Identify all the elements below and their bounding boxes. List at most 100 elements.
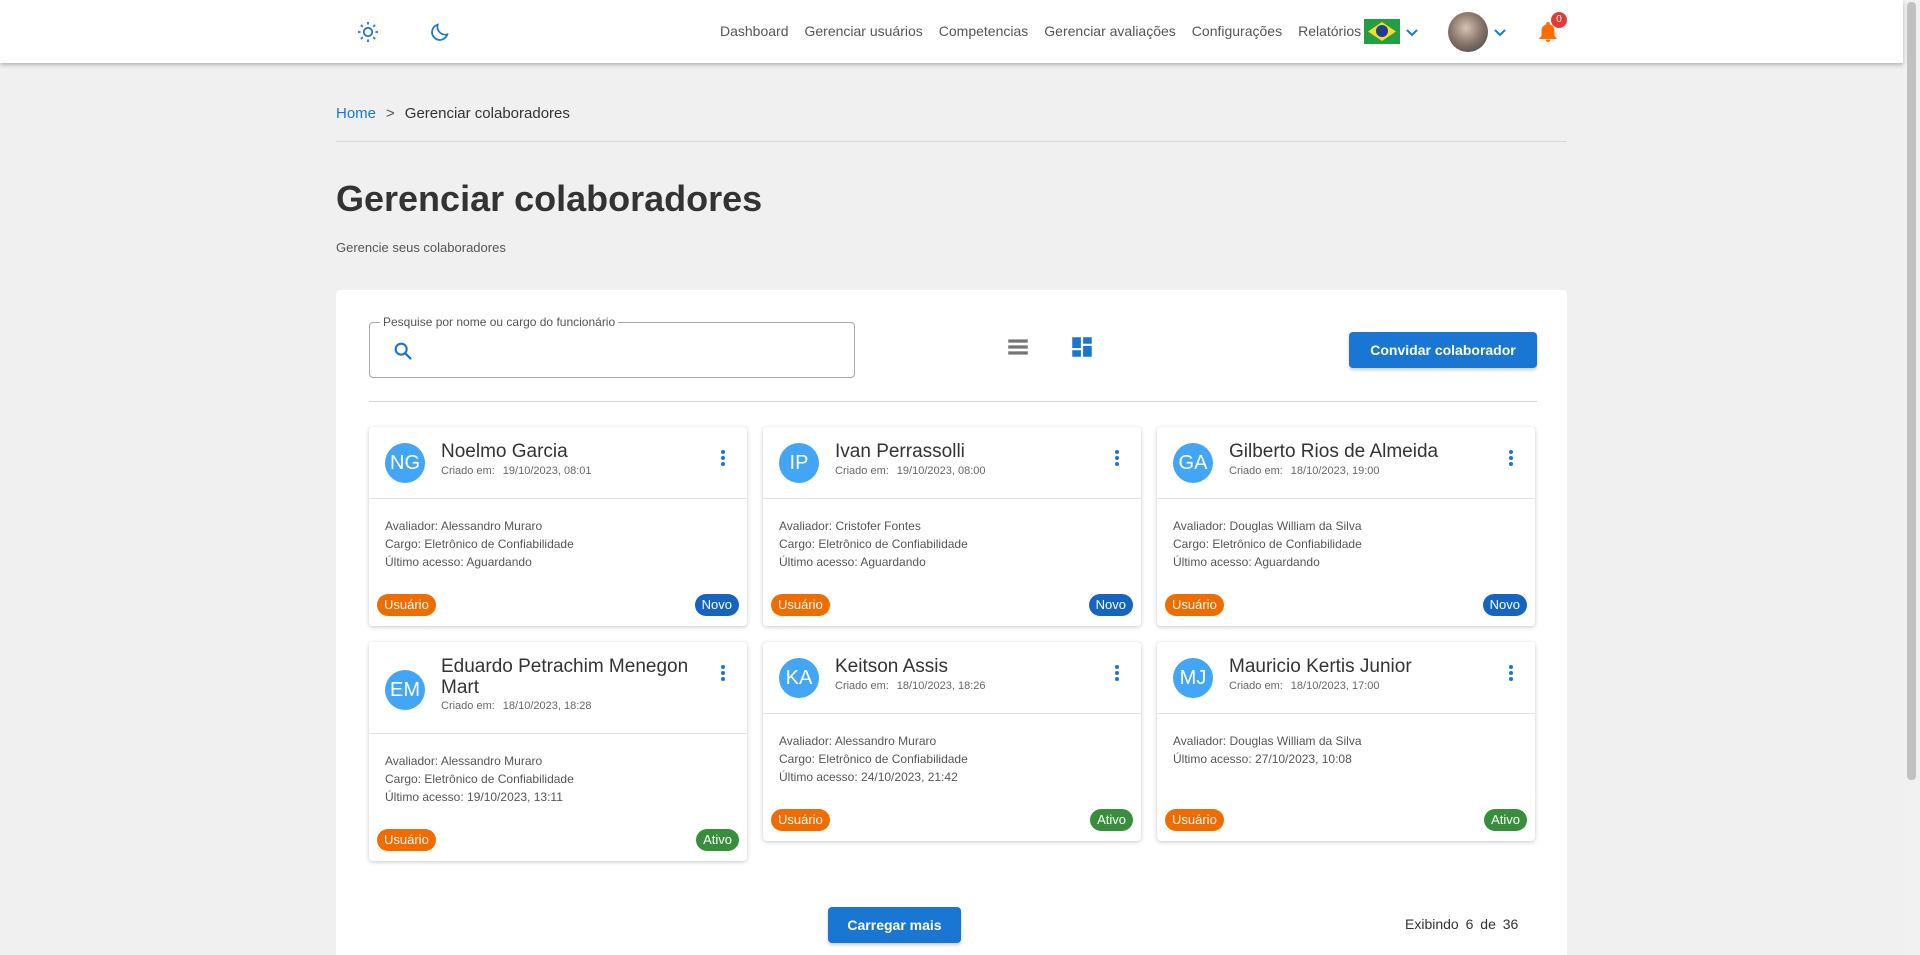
card-body: Avaliador: Alessandro Muraro Cargo: Eletr…	[369, 499, 747, 626]
pagination-summary: Exibindo 6 de 36	[1405, 916, 1518, 932]
more-vert-icon[interactable]	[713, 448, 733, 468]
nav-competencias[interactable]: Competencias	[939, 23, 1029, 39]
sun-icon[interactable]	[354, 18, 382, 46]
created-label: Criado em:	[835, 465, 889, 477]
more-vert-icon[interactable]	[1107, 448, 1127, 468]
collaborator-avatar: KA	[779, 658, 819, 698]
divider	[369, 401, 1537, 402]
status-badge: Novo	[694, 594, 739, 616]
grid-view-icon[interactable]	[1069, 334, 1095, 360]
card-detail-line: Cargo: Eletrônico de Confiabilidade	[385, 537, 574, 551]
collaborator-created: Criado em: 18/10/2023, 19:00	[1229, 465, 1380, 477]
collaborator-avatar: GA	[1173, 443, 1213, 483]
nav-dashboard[interactable]: Dashboard	[720, 23, 789, 39]
more-vert-icon[interactable]	[713, 663, 733, 683]
card-detail-line: Cargo: Eletrônico de Confiabilidade	[779, 537, 968, 551]
card-detail-line: Avaliador: Alessandro Muraro	[779, 734, 937, 748]
collaborator-name: Ivan Perrassolli	[835, 441, 965, 462]
chevron-down-icon[interactable]	[1404, 24, 1420, 40]
card-header: KA Keitson Assis Criado em: 18/10/2023, 18:…	[763, 642, 1141, 714]
created-label: Criado em:	[441, 700, 495, 712]
created-label: Criado em:	[441, 465, 495, 477]
role-badge: Usuário	[377, 829, 436, 851]
page-title: Gerenciar colaboradores	[336, 178, 763, 219]
moon-icon[interactable]	[426, 18, 454, 46]
load-more-button[interactable]: Carregar mais	[828, 907, 961, 943]
card-body: Avaliador: Alessandro Muraro Cargo: Eletr…	[369, 734, 747, 861]
collaborator-card[interactable]: GA Gilberto Rios de Almeida Criado em: 18/1…	[1157, 427, 1535, 626]
created-date: 18/10/2023, 18:26	[896, 680, 986, 692]
page-scrollbar[interactable]	[1903, 0, 1920, 955]
created-date: 18/10/2023, 18:28	[502, 700, 592, 712]
main-nav: Dashboard Gerenciar usuários Competencia…	[720, 23, 1377, 39]
created-date: 18/10/2023, 19:00	[1290, 465, 1380, 477]
created-date: 18/10/2023, 17:00	[1290, 680, 1380, 692]
nav-gerenciar-avaliacoes[interactable]: Gerenciar avaliações	[1044, 23, 1176, 39]
role-badge: Usuário	[1165, 594, 1224, 616]
card-detail-line: Avaliador: Douglas William da Silva	[1173, 519, 1362, 533]
collaborator-created: Criado em: 19/10/2023, 08:01	[441, 465, 592, 477]
invite-collaborator-button[interactable]: Convidar colaborador	[1349, 332, 1537, 368]
card-detail-line: Avaliador: Alessandro Muraro	[385, 754, 543, 768]
pagination-showing-label: Exibindo	[1405, 916, 1459, 932]
nav-relatorios[interactable]: Relatórios	[1298, 23, 1361, 39]
search-field[interactable]: Pesquise por nome ou cargo do funcionári…	[369, 315, 855, 378]
collaborator-card[interactable]: EM Eduardo Petrachim Menegon Mart Criado e…	[369, 642, 747, 861]
card-detail-line: Último acesso: Aguardando	[385, 555, 532, 569]
nav-gerenciar-usuarios[interactable]: Gerenciar usuários	[805, 23, 923, 39]
search-icon	[394, 342, 412, 360]
nav-configuracoes[interactable]: Configurações	[1192, 23, 1282, 39]
card-header: NG Noelmo Garcia Criado em: 19/10/2023, 08:…	[369, 427, 747, 499]
created-label: Criado em:	[1229, 680, 1283, 692]
list-view-icon[interactable]	[1005, 334, 1031, 360]
more-vert-icon[interactable]	[1107, 663, 1127, 683]
scrollbar-thumb[interactable]	[1907, 2, 1916, 780]
collaborator-created: Criado em: 18/10/2023, 18:26	[835, 680, 986, 692]
collaborator-name: Noelmo Garcia	[441, 441, 568, 462]
card-detail-line: Cargo: Eletrônico de Confiabilidade	[1173, 537, 1362, 551]
chevron-down-icon[interactable]	[1492, 24, 1508, 40]
breadcrumb-home-link[interactable]: Home	[336, 105, 376, 122]
collaborator-name: Gilberto Rios de Almeida	[1229, 441, 1439, 462]
card-detail-line: Último acesso: 24/10/2023, 21:42	[779, 770, 958, 784]
collaborator-name: Eduardo Petrachim Menegon Mart	[441, 656, 689, 698]
collaborator-card[interactable]: NG Noelmo Garcia Criado em: 19/10/2023, 08:…	[369, 427, 747, 626]
user-avatar[interactable]	[1448, 12, 1488, 52]
page-subtitle: Gerencie seus colaboradores	[336, 240, 506, 255]
status-badge: Ativo	[696, 829, 739, 851]
card-body: Avaliador: Douglas William da Silva Cargo…	[1157, 499, 1535, 626]
collaborator-created: Criado em: 18/10/2023, 17:00	[1229, 680, 1380, 692]
card-detail-line: Avaliador: Douglas William da Silva	[1173, 734, 1362, 748]
collaborator-created: Criado em: 18/10/2023, 18:28	[441, 700, 592, 712]
created-date: 19/10/2023, 08:01	[502, 465, 592, 477]
collaborator-card[interactable]: IP Ivan Perrassolli Criado em: 19/10/2023, …	[763, 427, 1141, 626]
collaborator-card[interactable]: KA Keitson Assis Criado em: 18/10/2023, 18:…	[763, 642, 1141, 841]
collaborator-avatar: MJ	[1173, 658, 1213, 698]
role-badge: Usuário	[771, 809, 830, 831]
collaborator-name: Mauricio Kertis Junior	[1229, 656, 1412, 677]
notification-count-badge: 0	[1551, 12, 1567, 28]
status-badge: Ativo	[1090, 809, 1133, 831]
search-input[interactable]	[422, 335, 842, 365]
card-detail-line: Último acesso: 27/10/2023, 10:08	[1173, 752, 1352, 766]
more-vert-icon[interactable]	[1501, 448, 1521, 468]
card-body: Avaliador: Douglas William da Silva Últim…	[1157, 714, 1535, 841]
collaborator-avatar: NG	[385, 443, 425, 483]
more-vert-icon[interactable]	[1501, 663, 1521, 683]
role-badge: Usuário	[1165, 809, 1224, 831]
card-header: EM Eduardo Petrachim Menegon Mart Criado e…	[369, 642, 747, 734]
card-detail-line: Último acesso: 19/10/2023, 13:11	[385, 790, 563, 804]
card-detail-line: Avaliador: Alessandro Muraro	[385, 519, 543, 533]
breadcrumb-separator: >	[386, 105, 395, 122]
card-detail-line: Último acesso: Aguardando	[1173, 555, 1320, 569]
brazil-flag-icon[interactable]	[1364, 19, 1400, 44]
status-badge: Ativo	[1484, 809, 1527, 831]
card-detail-line: Cargo: Eletrônico de Confiabilidade	[779, 752, 968, 766]
collaborator-avatar: IP	[779, 443, 819, 483]
top-bar: Dashboard Gerenciar usuários Competencia…	[0, 0, 1903, 63]
collaborator-created: Criado em: 19/10/2023, 08:00	[835, 465, 986, 477]
collaborator-card[interactable]: MJ Mauricio Kertis Junior Criado em: 18/10/…	[1157, 642, 1535, 841]
collaborators-panel: Pesquise por nome ou cargo do funcionári…	[336, 290, 1567, 955]
collaborator-avatar: EM	[385, 670, 425, 710]
pagination-total-count: 36	[1502, 916, 1519, 932]
